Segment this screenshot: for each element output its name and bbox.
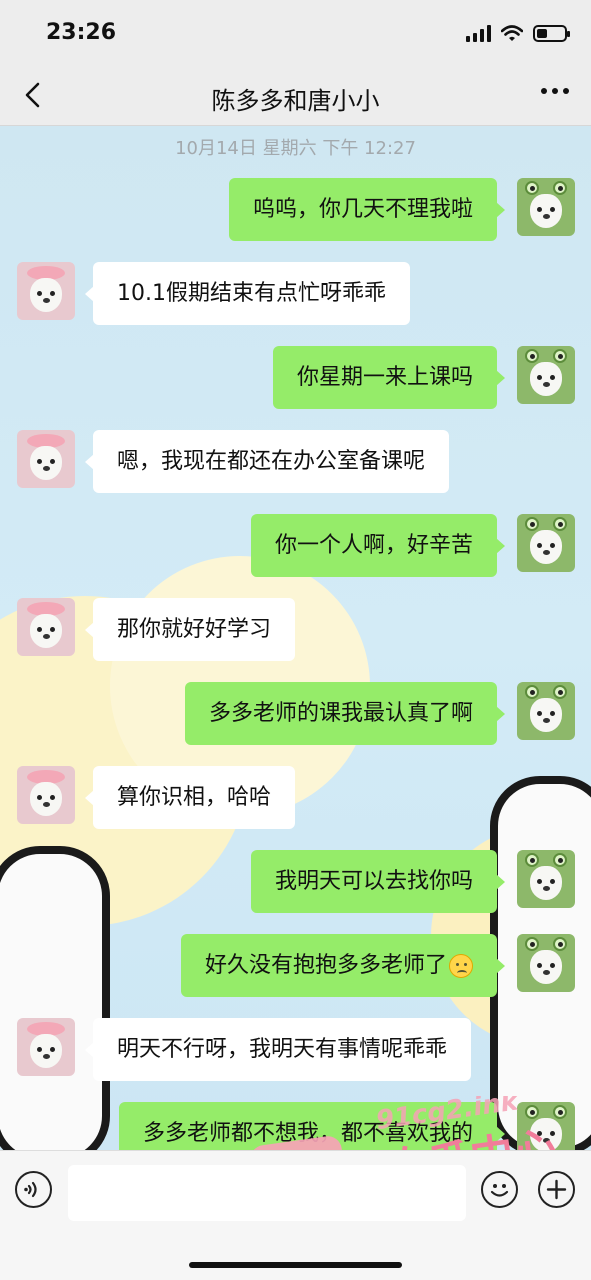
message-text: 那你就好好学习 <box>117 617 272 642</box>
message-text: 我明天可以去找你吗 <box>274 869 473 894</box>
message-bubble[interactable]: 我明天可以去找你吗 <box>250 850 506 913</box>
my-avatar[interactable] <box>517 346 575 404</box>
received-message: 那你就好好学习 <box>0 598 591 668</box>
sent-message: 我明天可以去找你吗 <box>0 850 591 920</box>
status-bar: 23:26 <box>0 0 591 64</box>
chat-header: 陈多多和唐小小 <box>0 64 591 126</box>
contact-avatar[interactable] <box>17 262 75 320</box>
message-text: 你星期一来上课吗 <box>296 365 473 390</box>
battery-icon <box>533 24 570 42</box>
more-dot <box>552 88 558 94</box>
message-bubble[interactable]: 明天不行呀，我明天有事情呢乖乖 <box>84 1018 472 1081</box>
chat-title: 陈多多和唐小小 <box>211 87 380 115</box>
message-timestamp: 10月14日 星期六 下午 12:27 <box>175 138 416 159</box>
message-bubble[interactable]: 那你就好好学习 <box>84 598 296 661</box>
message-bubble[interactable]: 嗯，我现在都还在办公室备课呢 <box>84 430 450 493</box>
status-time: 23:26 <box>46 20 117 45</box>
home-indicator <box>189 1262 402 1268</box>
message-bubble[interactable]: 算你识相，哈哈 <box>84 766 296 829</box>
sent-message: 多多老师的课我最认真了啊 <box>0 682 591 752</box>
message-input[interactable] <box>68 1165 466 1221</box>
received-message: 嗯，我现在都还在办公室备课呢 <box>0 430 591 500</box>
battery-level <box>537 28 547 38</box>
message-text: 10.1假期结束有点忙呀乖乖 <box>117 281 386 306</box>
sent-message: 好久没有抱抱多多老师了 <box>0 934 591 1004</box>
plus-button[interactable] <box>538 1171 575 1208</box>
contact-avatar[interactable] <box>17 430 75 488</box>
my-avatar[interactable] <box>517 934 575 992</box>
contact-avatar[interactable] <box>17 1018 75 1076</box>
message-bubble[interactable]: 多多老师都不想我，都不喜欢我的 <box>118 1102 506 1150</box>
emoji-icon <box>490 1184 509 1197</box>
contact-avatar[interactable] <box>17 766 75 824</box>
message-text: 多多老师都不想我，都不喜欢我的 <box>142 1121 473 1146</box>
received-message: 算你识相，哈哈 <box>0 766 591 836</box>
my-avatar[interactable] <box>517 1102 575 1150</box>
message-bubble[interactable]: 10.1假期结束有点忙呀乖乖 <box>85 262 410 325</box>
sent-message: 你星期一来上课吗 <box>0 346 591 416</box>
my-avatar[interactable] <box>517 682 575 740</box>
frowning-face-emoji-icon <box>449 954 473 978</box>
received-message: 10.1假期结束有点忙呀乖乖 <box>0 262 591 332</box>
my-avatar[interactable] <box>517 850 575 908</box>
message-bubble[interactable]: 呜呜，你几天不理我啦 <box>228 178 506 241</box>
plus-icon <box>546 1179 567 1200</box>
more-dot <box>563 88 569 94</box>
more-dots-icon <box>541 88 547 94</box>
my-avatar[interactable] <box>517 514 575 572</box>
more-button[interactable] <box>541 88 569 94</box>
my-avatar[interactable] <box>517 178 575 236</box>
sent-message: 多多老师都不想我，都不喜欢我的 <box>0 1102 591 1150</box>
status-icons <box>466 24 570 42</box>
input-bar <box>0 1150 591 1280</box>
contact-avatar[interactable] <box>17 598 75 656</box>
voice-icon <box>24 1181 37 1198</box>
chat-area[interactable]: 10月14日 星期六 下午 12:27 呜呜，你几天不理我啦 10.1假期结束有点… <box>0 126 591 1150</box>
emoji-button[interactable] <box>481 1171 518 1208</box>
wifi-icon <box>501 24 523 41</box>
message-text: 明天不行呀，我明天有事情呢乖乖 <box>117 1037 448 1062</box>
message-text: 你一个人啊，好辛苦 <box>274 533 473 558</box>
voice-button[interactable] <box>15 1171 52 1208</box>
message-text: 好久没有抱抱多多老师了 <box>204 953 447 978</box>
message-text: 呜呜，你几天不理我啦 <box>252 197 473 222</box>
message-text: 算你识相，哈哈 <box>117 785 272 810</box>
received-message: 明天不行呀，我明天有事情呢乖乖 <box>0 1018 591 1088</box>
message-bubble[interactable]: 多多老师的课我最认真了啊 <box>184 682 506 745</box>
sent-message: 呜呜，你几天不理我啦 <box>0 178 591 248</box>
signal-icon <box>466 24 491 42</box>
message-text: 嗯，我现在都还在办公室备课呢 <box>117 449 426 474</box>
message-text: 多多老师的课我最认真了啊 <box>208 701 473 726</box>
message-bubble[interactable]: 好久没有抱抱多多老师了 <box>180 934 506 997</box>
message-bubble[interactable]: 你一个人啊，好辛苦 <box>250 514 506 577</box>
message-bubble[interactable]: 你星期一来上课吗 <box>272 346 506 409</box>
sent-message: 你一个人啊，好辛苦 <box>0 514 591 584</box>
